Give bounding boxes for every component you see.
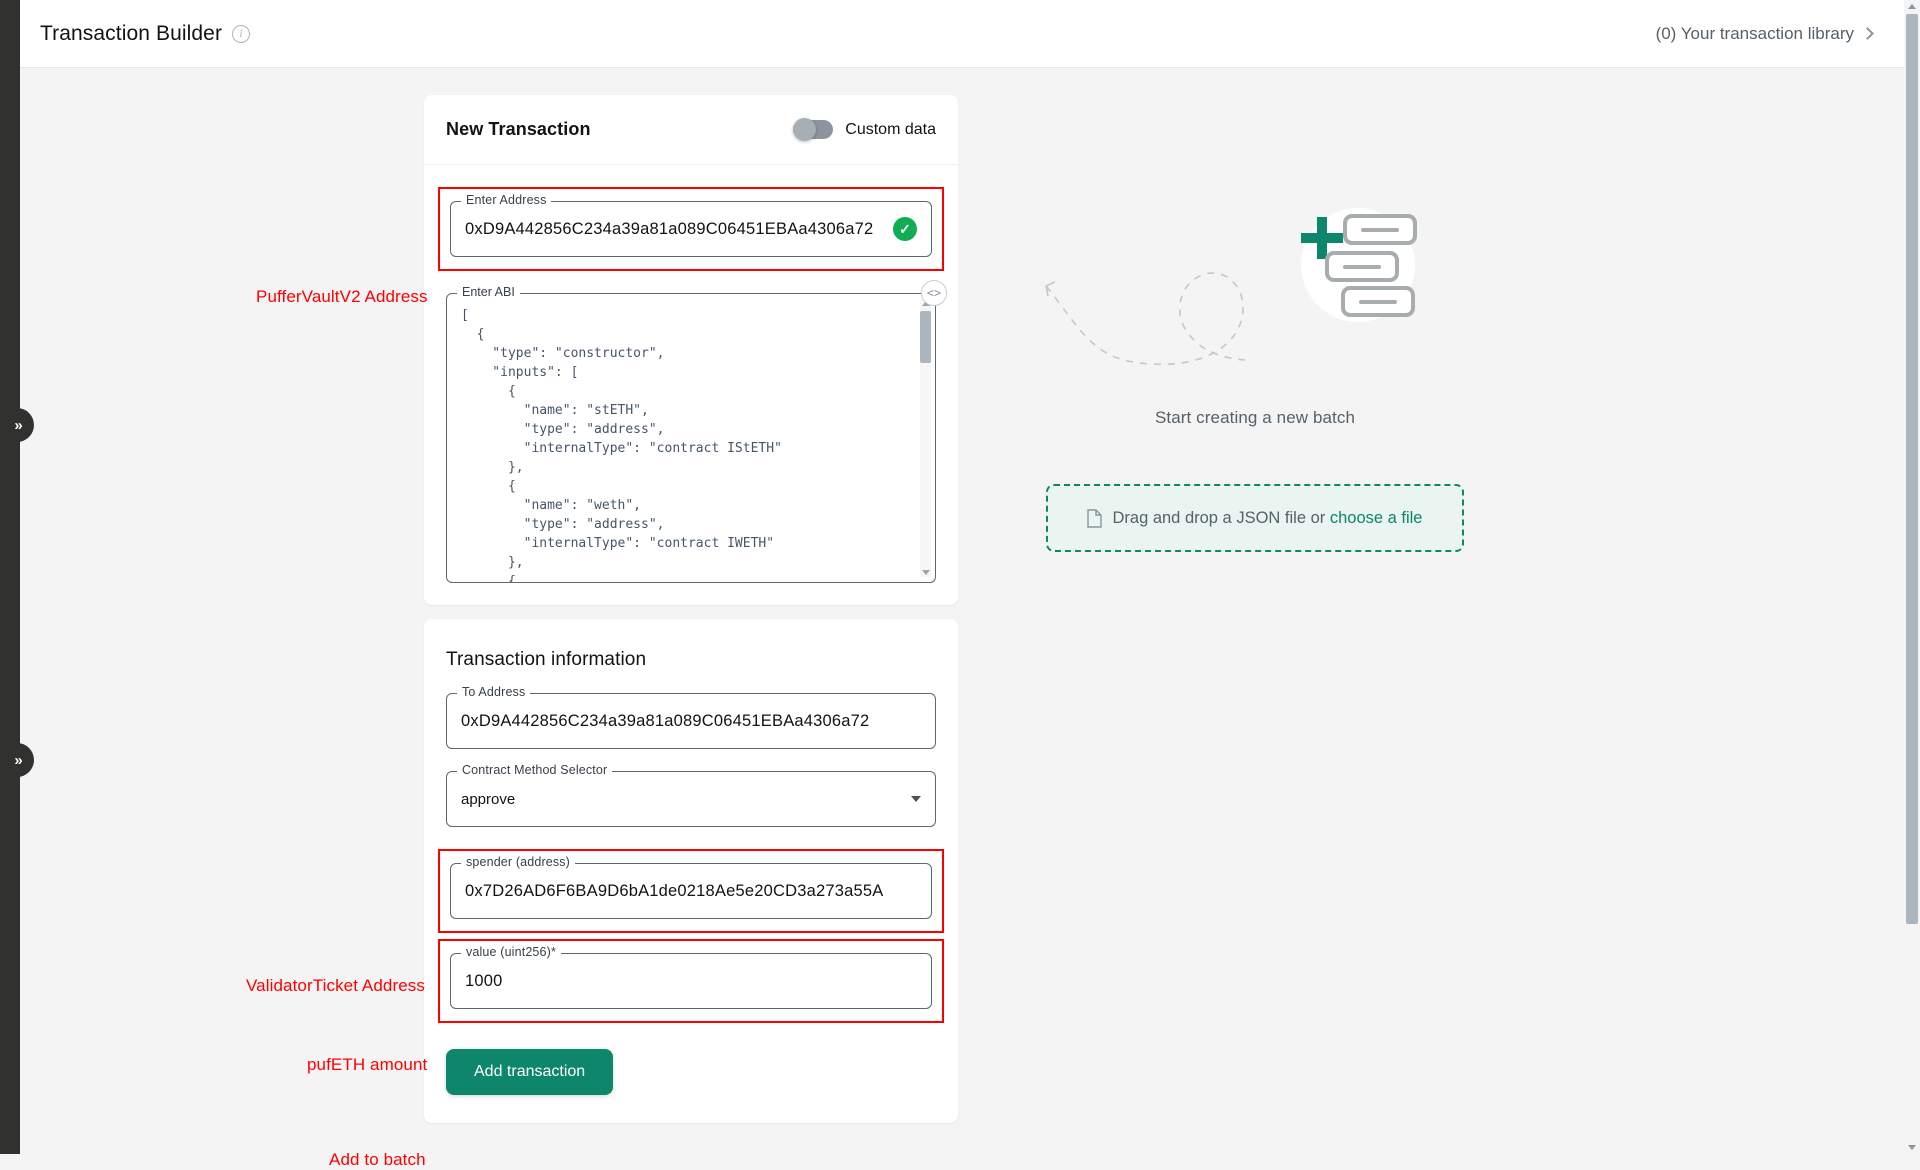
- chevron-down-icon[interactable]: [911, 796, 921, 802]
- scroll-down-arrow-icon[interactable]: [922, 570, 930, 575]
- value-uint256-input[interactable]: 1000: [450, 953, 932, 1009]
- annotation-box-value: value (uint256)* 1000: [438, 939, 944, 1023]
- json-dropzone[interactable]: Drag and drop a JSON file or choose a fi…: [1046, 484, 1464, 552]
- enter-abi-value: [ { "type": "constructor", "inputs": [ {…: [461, 308, 782, 583]
- chevron-double-right-icon: »: [14, 416, 22, 434]
- to-address-field[interactable]: To Address 0xD9A442856C234a39a81a089C064…: [446, 685, 936, 749]
- abi-scrollbar-thumb[interactable]: [920, 311, 931, 363]
- value-uint256-value: 1000: [465, 971, 503, 990]
- contract-method-selector-value: approve: [461, 790, 516, 808]
- enter-address-input[interactable]: 0xD9A442856C234a39a81a089C06451EBAa4306a…: [450, 201, 932, 257]
- transaction-information-card: Transaction information To Address 0xD9A…: [424, 619, 958, 1123]
- chevron-right-icon: [1861, 26, 1874, 40]
- scroll-up-arrow-icon[interactable]: [1908, 4, 1916, 9]
- enter-address-legend: Enter Address: [461, 193, 552, 207]
- scroll-down-arrow-icon[interactable]: [1908, 1145, 1916, 1150]
- to-address-value: 0xD9A442856C234a39a81a089C06451EBAa4306a…: [461, 711, 870, 730]
- check-circle-icon: ✓: [893, 217, 917, 241]
- transaction-library-link[interactable]: (0) Your transaction library: [1655, 23, 1874, 44]
- enter-address-value: 0xD9A442856C234a39a81a089C06451EBAa4306a…: [465, 219, 874, 238]
- transaction-form-column: New Transaction Custom data Enter Addres…: [424, 95, 958, 1123]
- add-transaction-button[interactable]: Add transaction: [446, 1049, 614, 1095]
- code-icon[interactable]: <>: [921, 280, 947, 306]
- contract-method-selector-dropdown[interactable]: approve: [446, 771, 936, 827]
- code-icon-glyph: <>: [926, 286, 942, 300]
- annotation-add-to-batch: Add to batch: [329, 1150, 426, 1169]
- value-uint256-field[interactable]: value (uint256)* 1000: [450, 945, 932, 1009]
- enter-abi-textarea[interactable]: [ { "type": "constructor", "inputs": [ {…: [446, 293, 936, 583]
- value-uint256-legend: value (uint256)*: [461, 945, 561, 959]
- spender-input[interactable]: 0x7D26AD6F6BA9D6bA1de0218Ae5e20CD3a273a5…: [450, 863, 932, 919]
- to-address-legend: To Address: [457, 685, 531, 699]
- new-transaction-header: New Transaction Custom data: [424, 95, 958, 165]
- dropzone-text: Drag and drop a JSON file or choose a fi…: [1112, 509, 1422, 528]
- info-icon[interactable]: i: [232, 24, 251, 43]
- window-scrollbar[interactable]: [1904, 0, 1920, 1154]
- custom-data-label: Custom data: [845, 120, 936, 138]
- chevron-double-right-icon: »: [14, 751, 22, 769]
- page-title-group: Transaction Builder i: [40, 21, 251, 46]
- spender-legend: spender (address): [461, 855, 575, 869]
- spender-field[interactable]: spender (address) 0x7D26AD6F6BA9D6bA1de0…: [450, 855, 932, 919]
- enter-address-field[interactable]: Enter Address 0xD9A442856C234a39a81a089C…: [450, 193, 932, 257]
- page-title: Transaction Builder: [40, 21, 223, 45]
- contract-method-selector-field[interactable]: Contract Method Selector approve: [446, 763, 936, 827]
- annotation-pufeth-amount: pufETH amount: [307, 1055, 428, 1074]
- new-transaction-card: New Transaction Custom data Enter Addres…: [424, 95, 958, 605]
- custom-data-toggle-group[interactable]: Custom data: [793, 118, 936, 141]
- to-address-input[interactable]: 0xD9A442856C234a39a81a089C06451EBAa4306a…: [446, 693, 936, 749]
- enter-abi-field[interactable]: Enter ABI <> [ { "type": "constructor", …: [446, 280, 947, 583]
- app-header: Transaction Builder i (0) Your transacti…: [20, 0, 1910, 68]
- annotation-validator-ticket-address: ValidatorTicket Address: [246, 976, 425, 995]
- sidebar-expand-toggle-bottom[interactable]: »: [0, 743, 34, 777]
- sidebar-expand-toggle-top[interactable]: »: [0, 408, 34, 442]
- window-scrollbar-thumb[interactable]: [1906, 14, 1918, 924]
- file-icon: [1087, 508, 1103, 528]
- contract-method-selector-legend: Contract Method Selector: [457, 763, 613, 777]
- enter-abi-legend: Enter ABI: [457, 285, 520, 299]
- switch-knob: [793, 118, 817, 141]
- batch-caption: Start creating a new batch: [1154, 408, 1356, 427]
- annotation-puffer-vault-address: PufferVaultV2 Address: [256, 287, 428, 306]
- batch-illustration: [1020, 208, 1490, 398]
- transaction-library-label: (0) Your transaction library: [1655, 23, 1854, 43]
- abi-scrollbar[interactable]: [920, 299, 931, 577]
- choose-a-file-link[interactable]: choose a file: [1330, 509, 1423, 527]
- spender-value: 0x7D26AD6F6BA9D6bA1de0218Ae5e20CD3a273a5…: [465, 881, 884, 900]
- custom-data-switch[interactable]: [793, 118, 834, 141]
- annotation-box-address: Enter Address 0xD9A442856C234a39a81a089C…: [438, 187, 944, 271]
- new-transaction-title: New Transaction: [446, 119, 591, 139]
- left-sidebar-rail: [0, 0, 20, 1154]
- dropzone-prompt: Drag and drop a JSON file or: [1112, 508, 1330, 527]
- transaction-information-title: Transaction information: [446, 649, 647, 670]
- annotation-box-spender: spender (address) 0x7D26AD6F6BA9D6bA1de0…: [438, 849, 944, 933]
- empty-batch-panel: Start creating a new batch Drag and drop…: [1020, 208, 1490, 552]
- page-body: New Transaction Custom data Enter Addres…: [20, 68, 1910, 1169]
